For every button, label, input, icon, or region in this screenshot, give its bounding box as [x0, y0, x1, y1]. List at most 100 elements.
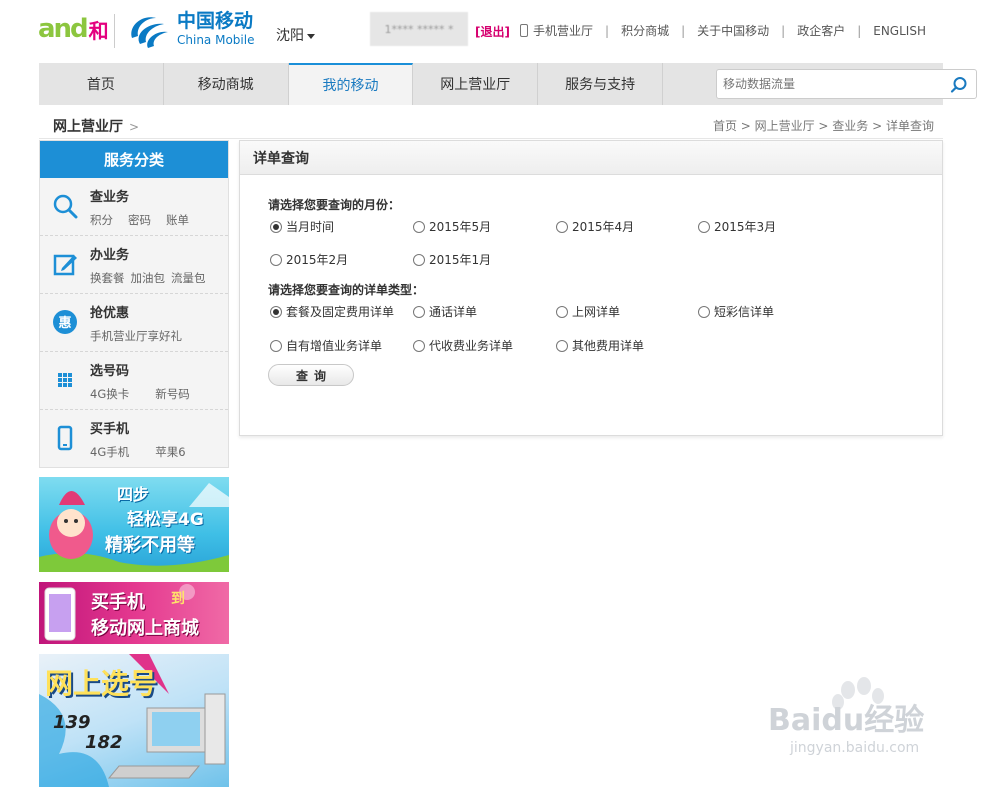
sub-link-password[interactable]: 密码 [128, 212, 151, 228]
sub-link-booster[interactable]: 加油包 [131, 270, 166, 286]
month-option-2015-05[interactable]: 2015年5月 [413, 218, 491, 235]
phone-icon [57, 425, 73, 451]
banner-buy-phone[interactable]: 买手机 到 移动网上商城 [39, 582, 229, 644]
sub-link-new-number[interactable]: 新号码 [155, 386, 190, 402]
month-option-current[interactable]: 当月时间 [270, 218, 334, 235]
radio-button[interactable] [698, 305, 710, 318]
nav-mobile-mall[interactable]: 移动商城 [164, 63, 289, 105]
panel-title: 详单查询 [240, 141, 942, 175]
month-option-2015-02[interactable]: 2015年2月 [270, 251, 348, 268]
detail-query-panel: 详单查询 请选择您要查询的月份： 当月时间 2015年5月 2015年4月 20… [239, 140, 943, 436]
radio-button[interactable] [270, 339, 282, 352]
sidebar-item-handle-business[interactable]: 办业务 换套餐 加油包 流量包 [40, 236, 228, 294]
banner-badge: 到 [171, 591, 185, 607]
query-button[interactable]: 查询 [268, 364, 354, 386]
mobile-phone-icon [520, 24, 528, 37]
month-option-2015-04[interactable]: 2015年4月 [556, 218, 634, 235]
option-label: 短彩信详单 [714, 305, 775, 319]
type-option-package-fixed[interactable]: 套餐及固定费用详单 [270, 303, 394, 320]
type-option-value-added[interactable]: 自有增值业务详单 [270, 337, 382, 354]
sub-link-4g-sim[interactable]: 4G换卡 [90, 386, 129, 402]
search-box [716, 69, 977, 99]
type-question-label: 请选择您要查询的详单类型： [268, 283, 425, 297]
sidebar-sub-links: 积分 密码 账单 [90, 212, 204, 228]
banner-text: 移动网上商城 [91, 618, 199, 639]
and-logo-text: and [38, 14, 89, 44]
month-option-2015-01[interactable]: 2015年1月 [413, 251, 491, 268]
breadcrumb[interactable]: 首页 > 网上营业厅 > 查业务 > 详单查询 [713, 117, 934, 134]
search-icon[interactable] [950, 76, 968, 94]
city-selector[interactable]: 沈阳 [276, 25, 315, 45]
radio-button[interactable] [413, 339, 425, 352]
sidebar: 服务分类 查业务 积分 密码 账单 办业务 换套餐 加油包 流量包 惠 抢优惠 [39, 140, 229, 468]
option-label: 2015年2月 [286, 253, 349, 267]
radio-button[interactable] [556, 339, 568, 352]
and-logo[interactable]: and 和 [38, 9, 109, 49]
sidebar-sub-links: 4G手机 苹果6 [90, 444, 201, 460]
radio-button[interactable] [270, 253, 282, 266]
radio-button[interactable] [556, 220, 568, 233]
top-link-english[interactable]: ENGLISH [873, 24, 926, 38]
header: and 和 中国移动 China Mobile 沈阳 1**** ***** *… [0, 0, 1000, 62]
sub-link-4g-phone[interactable]: 4G手机 [90, 444, 129, 460]
sub-link-iphone6[interactable]: 苹果6 [155, 444, 185, 460]
nav-my-mobile[interactable]: 我的移动 [288, 63, 414, 105]
type-option-collection[interactable]: 代收费业务详单 [413, 337, 513, 354]
banner-text: 买手机 [91, 592, 145, 613]
nav-online-hall[interactable]: 网上营业厅 [413, 63, 539, 105]
banner-choose-number[interactable]: 网上选号 139 182 [39, 654, 229, 787]
watermark-brand: Baidu经验 [768, 703, 925, 738]
sub-link-data-pack[interactable]: 流量包 [171, 270, 206, 286]
sidebar-item-choose-number[interactable]: 选号码 4G换卡 新号码 [40, 352, 228, 410]
sidebar-item-label: 买手机 [90, 422, 130, 437]
option-label: 当月时间 [286, 220, 335, 234]
type-option-internet[interactable]: 上网详单 [556, 303, 620, 320]
sidebar-item-buy-phone[interactable]: 买手机 4G手机 苹果6 [40, 410, 228, 468]
option-label: 上网详单 [572, 305, 621, 319]
sub-link-points[interactable]: 积分 [90, 212, 113, 228]
radio-button[interactable] [698, 220, 710, 233]
nav-home[interactable]: 首页 [39, 63, 164, 105]
radio-button[interactable] [413, 305, 425, 318]
china-mobile-cn: 中国移动 [177, 10, 254, 32]
sub-link-bill[interactable]: 账单 [166, 212, 189, 228]
radio-button[interactable] [413, 220, 425, 233]
sidebar-sub-links: 手机营业厅享好礼 [90, 328, 197, 344]
sub-link-app-gift[interactable]: 手机营业厅享好礼 [90, 328, 182, 344]
search-input[interactable] [723, 75, 943, 93]
type-option-other[interactable]: 其他费用详单 [556, 337, 644, 354]
top-link-points-mall[interactable]: 积分商城 [621, 22, 669, 39]
china-mobile-logo-icon[interactable] [126, 10, 170, 50]
sidebar-item-discounts[interactable]: 惠 抢优惠 手机营业厅享好礼 [40, 294, 228, 352]
banner-4g-steps[interactable]: 四步 轻松享4G 精彩不用等 [39, 477, 229, 572]
top-link-enterprise[interactable]: 政企客户 [797, 22, 845, 39]
watermark-url: jingyan.baidu.com [790, 740, 920, 756]
type-option-sms-mms[interactable]: 短彩信详单 [698, 303, 774, 320]
radio-button[interactable] [270, 220, 282, 233]
radio-button[interactable] [556, 305, 568, 318]
nav-service-support[interactable]: 服务与支持 [538, 63, 663, 105]
radio-button[interactable] [270, 305, 282, 318]
top-link-about[interactable]: 关于中国移动 [697, 22, 769, 39]
banner-text: 精彩不用等 [105, 535, 195, 556]
top-links: 手机营业厅 | 积分商城 | 关于中国移动 | 政企客户 | ENGLISH [520, 22, 926, 39]
top-link-mobile-hall[interactable]: 手机营业厅 [533, 22, 593, 39]
sub-link-change-plan[interactable]: 换套餐 [90, 270, 125, 286]
separator: | [857, 23, 862, 38]
and-logo-char: 和 [88, 18, 109, 43]
option-label: 2015年1月 [429, 253, 492, 267]
type-option-calls[interactable]: 通话详单 [413, 303, 477, 320]
section-title: 网上营业厅 > [53, 116, 139, 136]
user-phone-masked: 1**** ***** * [384, 22, 454, 36]
sidebar-item-query-business[interactable]: 查业务 积分 密码 账单 [40, 178, 228, 236]
sidebar-item-label: 选号码 [90, 364, 130, 379]
sidebar-item-label: 办业务 [90, 248, 130, 263]
radio-button[interactable] [413, 253, 425, 266]
china-mobile-en: China Mobile [177, 33, 255, 47]
sidebar-item-label: 抢优惠 [90, 306, 130, 321]
option-label: 自有增值业务详单 [286, 339, 383, 353]
option-label: 2015年5月 [429, 220, 492, 234]
logout-link[interactable]: [退出] [475, 23, 510, 40]
month-option-2015-03[interactable]: 2015年3月 [698, 218, 776, 235]
separator: | [605, 23, 610, 38]
